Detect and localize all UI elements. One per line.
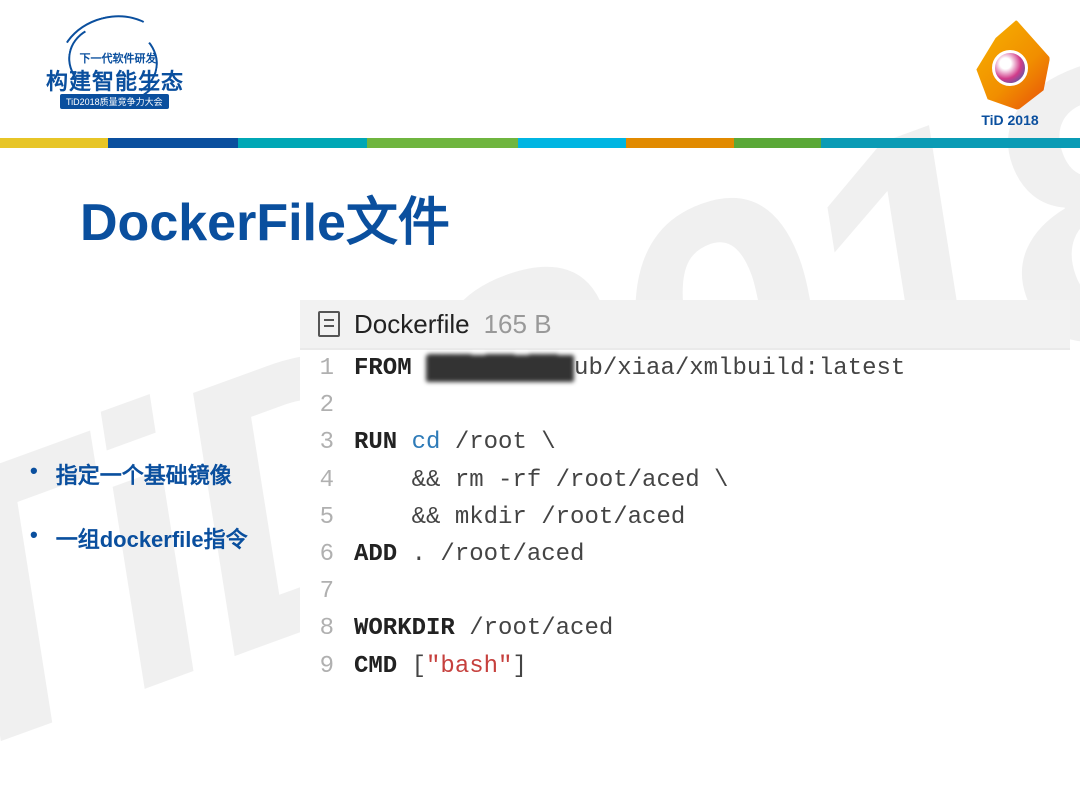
line-content (354, 387, 368, 424)
line-content (354, 573, 368, 610)
bullet-list: 指定一个基础镜像 一组dockerfile指令 (30, 458, 300, 586)
code-body: 1FROM ███.██ ██.ub/xiaa/xmlbuild:latest2… (300, 350, 1070, 685)
line-number: 9 (300, 648, 354, 685)
line-number: 6 (300, 536, 354, 573)
code-line: 6ADD . /root/aced (300, 536, 1070, 573)
file-icon (318, 311, 340, 337)
code-panel: Dockerfile 165 B 1FROM ███.██ ██.ub/xiaa… (300, 300, 1070, 710)
line-number: 3 (300, 424, 354, 461)
line-content: WORKDIR /root/aced (354, 610, 613, 647)
line-number: 1 (300, 350, 354, 387)
logo-title: 构建智能生态 (46, 64, 184, 96)
logo-tagline: TiD2018质量竞争力大会 (60, 94, 169, 109)
code-line: 7 (300, 573, 1070, 610)
line-number: 8 (300, 610, 354, 647)
line-content: ADD . /root/aced (354, 536, 584, 573)
bullet-item: 一组dockerfile指令 (30, 522, 300, 554)
code-line: 8WORKDIR /root/aced (300, 610, 1070, 647)
flame-label: TiD 2018 (970, 112, 1050, 128)
line-content: CMD ["bash"] (354, 648, 527, 685)
code-line: 4 && rm -rf /root/aced \ (300, 462, 1070, 499)
code-line: 9CMD ["bash"] (300, 648, 1070, 685)
color-stripe (0, 138, 1080, 148)
conference-logo-right: TiD 2018 (970, 20, 1050, 128)
code-line: 3RUN cd /root \ (300, 424, 1070, 461)
flame-icon (970, 20, 1050, 110)
line-number: 4 (300, 462, 354, 499)
line-number: 5 (300, 499, 354, 536)
file-size: 165 B (484, 309, 552, 340)
line-content: && mkdir /root/aced (354, 499, 685, 536)
file-name: Dockerfile (354, 309, 470, 340)
line-number: 2 (300, 387, 354, 424)
code-line: 1FROM ███.██ ██.ub/xiaa/xmlbuild:latest (300, 350, 1070, 387)
conference-logo-left: 下一代软件研发 构建智能生态 TiD2018质量竞争力大会 (30, 20, 200, 120)
line-number: 7 (300, 573, 354, 610)
line-content: FROM ███.██ ██.ub/xiaa/xmlbuild:latest (354, 350, 905, 387)
code-line: 2 (300, 387, 1070, 424)
slide-title: DockerFile文件 (80, 180, 450, 255)
line-content: && rm -rf /root/aced \ (354, 462, 728, 499)
header: 下一代软件研发 构建智能生态 TiD2018质量竞争力大会 TiD 2018 (0, 0, 1080, 140)
code-line: 5 && mkdir /root/aced (300, 499, 1070, 536)
code-file-header: Dockerfile 165 B (300, 300, 1070, 350)
bullet-item: 指定一个基础镜像 (30, 458, 300, 490)
line-content: RUN cd /root \ (354, 424, 556, 461)
